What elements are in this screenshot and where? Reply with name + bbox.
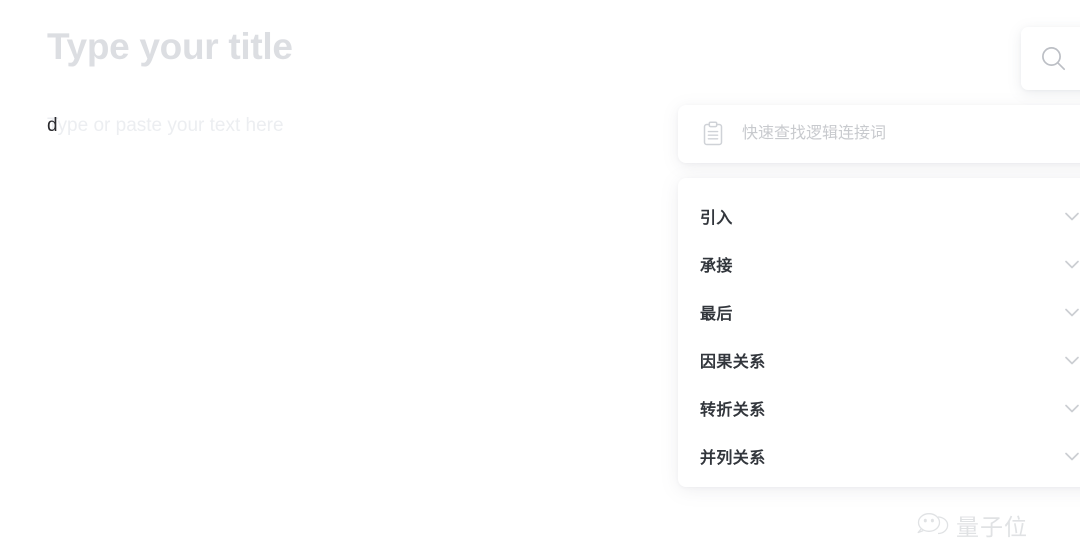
category-label: 转折关系 — [700, 402, 766, 419]
category-row-1[interactable]: 承接 — [700, 240, 1080, 288]
category-row-3[interactable]: 因果关系 — [700, 336, 1080, 384]
watermark: 量子位 — [915, 505, 1065, 545]
chevron-down-icon[interactable] — [1061, 253, 1080, 275]
watermark-text: 量子位 — [956, 514, 1028, 540]
connector-search-bar[interactable]: 快速查找逻辑连接词 — [678, 105, 1080, 163]
category-label: 承接 — [700, 258, 733, 275]
chevron-down-icon[interactable] — [1061, 445, 1080, 467]
category-row-4[interactable]: 转折关系 — [700, 384, 1080, 432]
category-label: 因果关系 — [700, 354, 766, 371]
connector-search-input[interactable]: 快速查找逻辑连接词 — [742, 105, 886, 163]
body-placeholder: Type or paste your text here — [47, 115, 284, 136]
category-label: 最后 — [700, 306, 733, 323]
chevron-down-icon[interactable] — [1061, 397, 1080, 419]
chevron-down-icon[interactable] — [1061, 205, 1080, 227]
category-row-2[interactable]: 最后 — [700, 288, 1080, 336]
wechat-logo-icon — [917, 513, 949, 535]
chevron-down-icon[interactable] — [1061, 301, 1080, 323]
chevron-down-icon[interactable] — [1061, 349, 1080, 371]
clipboard-icon — [703, 121, 723, 146]
body-typed-text[interactable]: d — [47, 115, 58, 137]
category-label: 引入 — [700, 210, 733, 227]
search-icon[interactable] — [1039, 44, 1069, 74]
category-row-5[interactable]: 并列关系 — [700, 432, 1080, 480]
title-placeholder[interactable]: Type your title — [47, 26, 293, 68]
search-card[interactable] — [1021, 27, 1080, 90]
document-editor[interactable]: Type your title Type or paste your text … — [0, 0, 700, 556]
category-row-0[interactable]: 引入 — [700, 192, 1080, 240]
category-label: 并列关系 — [700, 450, 766, 467]
connector-category-list: 引入 承接 最后 因果关系 转折关系 并列关系 — [678, 178, 1080, 487]
